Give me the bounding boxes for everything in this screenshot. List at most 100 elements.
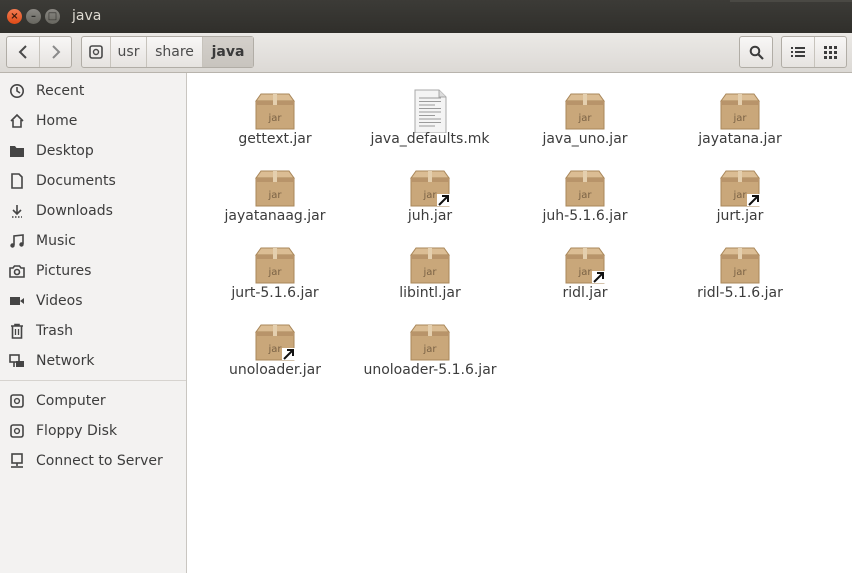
grid-view-icon [824, 45, 837, 59]
sidebar-item-floppy-disk[interactable]: Floppy Disk [0, 416, 186, 446]
sidebar-item-label: Music [36, 233, 76, 249]
jar-file-icon: jar [253, 89, 297, 133]
list-view-icon [791, 47, 805, 57]
file-item[interactable]: jar ridl-5.1.6.jar [665, 229, 815, 301]
toolbar: usr share java [0, 33, 852, 73]
file-item[interactable]: jar jurt-5.1.6.jar [200, 229, 350, 301]
file-name: ridl.jar [562, 285, 608, 301]
sidebar-item-label: Connect to Server [36, 453, 163, 469]
minimize-window-button[interactable]: – [26, 9, 41, 24]
jar-link-file-icon: jar [563, 243, 607, 287]
file-name: juh.jar [407, 208, 453, 224]
svg-text:jar: jar [422, 344, 437, 355]
jar-file-icon: jar [718, 243, 762, 287]
breadcrumb-java[interactable]: java [203, 37, 253, 67]
title-bar-edge [730, 0, 852, 2]
sidebar-item-videos[interactable]: Videos [0, 286, 186, 316]
sidebar-item-label: Pictures [36, 263, 92, 279]
svg-text:jar: jar [422, 190, 437, 201]
breadcrumb-root[interactable] [82, 37, 111, 67]
sidebar-item-recent[interactable]: Recent [0, 76, 186, 106]
file-name: gettext.jar [238, 131, 312, 147]
file-item[interactable]: jar juh-5.1.6.jar [510, 152, 660, 224]
window-title: java [72, 8, 102, 24]
forward-button[interactable] [40, 37, 71, 67]
file-item[interactable]: jar unoloader-5.1.6.jar [355, 306, 505, 378]
svg-text:jar: jar [267, 190, 282, 201]
file-grid: jar gettext.jar java_defaults.mk jar java_un… [187, 73, 852, 573]
drive-icon [9, 393, 25, 409]
grid-view-button[interactable] [815, 37, 846, 67]
clock-icon [9, 83, 25, 99]
search-button[interactable] [739, 36, 773, 68]
breadcrumb: usr share java [81, 36, 254, 68]
file-name: jurt-5.1.6.jar [231, 285, 319, 301]
sidebar-item-label: Videos [36, 293, 83, 309]
search-icon [749, 45, 764, 60]
chevron-right-icon [51, 45, 60, 59]
breadcrumb-label: java [211, 44, 245, 60]
file-item[interactable]: jar jayatanaag.jar [200, 152, 350, 224]
jar-file-icon: jar [408, 243, 452, 287]
file-item[interactable]: jar java_uno.jar [510, 75, 660, 147]
breadcrumb-share[interactable]: share [147, 37, 203, 67]
chevron-left-icon [18, 45, 27, 59]
sidebar-item-music[interactable]: Music [0, 226, 186, 256]
video-icon [9, 293, 25, 309]
file-item[interactable]: jar unoloader.jar [200, 306, 350, 378]
sidebar-item-label: Trash [36, 323, 73, 339]
sidebar-item-connect-to-server[interactable]: Connect to Server [0, 446, 186, 476]
svg-text:jar: jar [732, 190, 747, 201]
svg-text:jar: jar [732, 113, 747, 124]
trash-icon [9, 323, 25, 339]
svg-text:jar: jar [577, 267, 592, 278]
file-item[interactable]: jar jayatana.jar [665, 75, 815, 147]
back-button[interactable] [7, 37, 40, 67]
sidebar: Recent Home Desktop Documents Downloads … [0, 73, 187, 573]
maximize-window-button[interactable]: □ [45, 9, 60, 24]
sidebar-item-network[interactable]: Network [0, 346, 186, 376]
file-name: jayatana.jar [698, 131, 782, 147]
file-name: juh-5.1.6.jar [542, 208, 628, 224]
server-icon [9, 453, 25, 469]
file-name: java_uno.jar [542, 131, 628, 147]
svg-text:jar: jar [732, 267, 747, 278]
sidebar-item-trash[interactable]: Trash [0, 316, 186, 346]
breadcrumb-label: share [155, 44, 194, 60]
file-item[interactable]: jar jurt.jar [665, 152, 815, 224]
svg-text:jar: jar [577, 113, 592, 124]
file-name: unoloader-5.1.6.jar [363, 362, 497, 378]
sidebar-item-label: Computer [36, 393, 106, 409]
file-item[interactable]: jar juh.jar [355, 152, 505, 224]
sidebar-item-label: Downloads [36, 203, 113, 219]
file-name: unoloader.jar [229, 362, 321, 378]
music-icon [9, 233, 25, 249]
sidebar-item-home[interactable]: Home [0, 106, 186, 136]
sidebar-item-documents[interactable]: Documents [0, 166, 186, 196]
file-item[interactable]: jar libintl.jar [355, 229, 505, 301]
breadcrumb-label: usr [117, 44, 140, 60]
sidebar-item-downloads[interactable]: Downloads [0, 196, 186, 226]
file-name: jurt.jar [716, 208, 764, 224]
folder-icon [9, 143, 25, 159]
file-item[interactable]: java_defaults.mk [355, 75, 505, 147]
svg-text:jar: jar [267, 113, 282, 124]
search-button-inner[interactable] [740, 37, 772, 67]
sidebar-item-desktop[interactable]: Desktop [0, 136, 186, 166]
title-bar: × – □ java [0, 0, 852, 33]
sidebar-item-computer[interactable]: Computer [0, 386, 186, 416]
sidebar-item-label: Floppy Disk [36, 423, 118, 439]
breadcrumb-usr[interactable]: usr [111, 37, 147, 67]
camera-icon [9, 263, 25, 279]
jar-file-icon: jar [253, 166, 297, 210]
sidebar-item-pictures[interactable]: Pictures [0, 256, 186, 286]
list-view-button[interactable] [782, 37, 815, 67]
text-file-icon [408, 89, 452, 133]
close-window-button[interactable]: × [7, 9, 22, 24]
file-name: java_defaults.mk [370, 131, 490, 147]
file-item[interactable]: jar ridl.jar [510, 229, 660, 301]
sidebar-item-label: Network [36, 353, 95, 369]
drive-icon [89, 45, 103, 59]
file-item[interactable]: jar gettext.jar [200, 75, 350, 147]
file-name: jayatanaag.jar [224, 208, 326, 224]
